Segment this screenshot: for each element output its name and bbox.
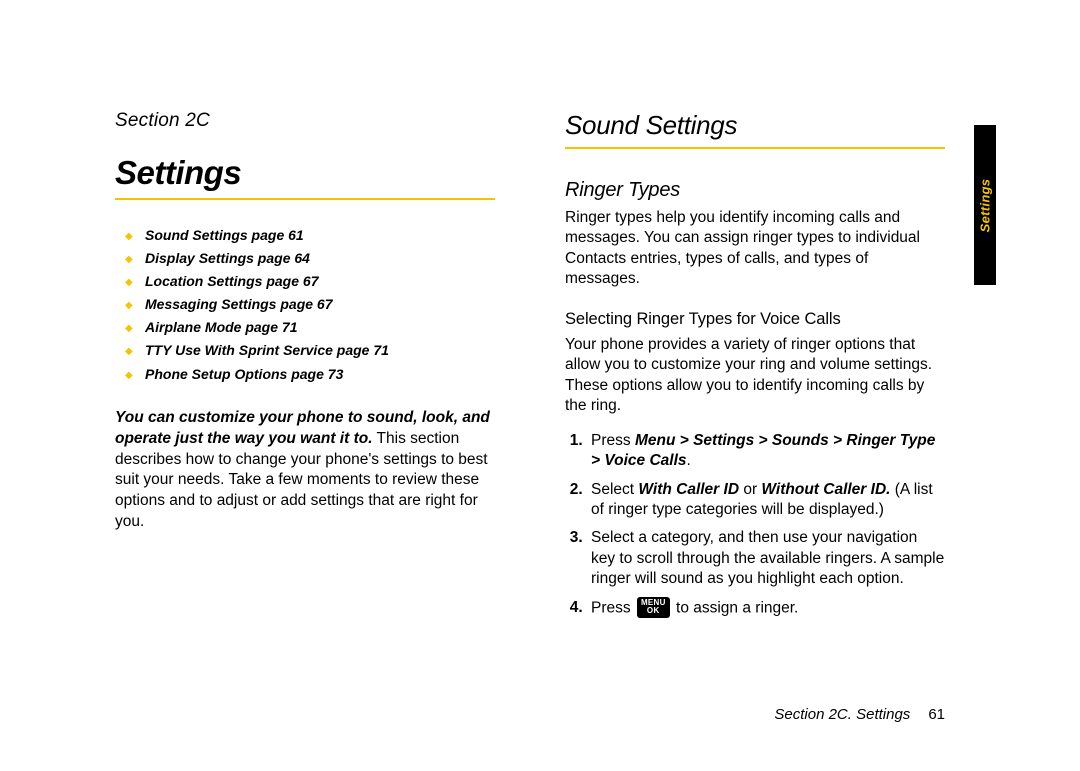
yellow-rule-right bbox=[565, 147, 945, 149]
para-ringer-types: Ringer types help you identify incoming … bbox=[565, 208, 945, 290]
toc-item: Display Settings page 64 bbox=[125, 247, 495, 270]
step-2: Select With Caller ID or Without Caller … bbox=[587, 480, 945, 521]
page-footer: Section 2C. Settings 61 bbox=[774, 706, 945, 723]
step-3: Select a category, and then use your nav… bbox=[587, 528, 945, 589]
toc-item: Phone Setup Options page 73 bbox=[125, 363, 495, 386]
toc-item: Messaging Settings page 67 bbox=[125, 293, 495, 316]
step1-a: Press bbox=[591, 432, 635, 449]
toc-item: Sound Settings page 61 bbox=[125, 224, 495, 247]
step2-a: Select bbox=[591, 481, 638, 498]
page-title-right: Sound Settings bbox=[565, 110, 945, 141]
step4-a: Press bbox=[591, 599, 635, 616]
yellow-rule-left bbox=[115, 198, 495, 200]
side-tab: Settings bbox=[974, 125, 996, 285]
step1-path: Menu > Settings > Sounds > Ringer Type >… bbox=[591, 432, 935, 469]
steps-list: Press Menu > Settings > Sounds > Ringer … bbox=[565, 431, 945, 627]
toc-list: Sound Settings page 61 Display Settings … bbox=[115, 224, 495, 386]
step2-d: Without Caller ID. bbox=[761, 481, 890, 498]
h3-selecting-ringer: Selecting Ringer Types for Voice Calls bbox=[565, 310, 945, 329]
page-title-left: Settings bbox=[115, 154, 495, 192]
step4-b: to assign a ringer. bbox=[672, 599, 799, 616]
para-ringer-options: Your phone provides a variety of ringer … bbox=[565, 335, 945, 417]
menu-ok-key-icon: MENUOK bbox=[637, 597, 670, 618]
step2-c: or bbox=[739, 481, 761, 498]
toc-item: TTY Use With Sprint Service page 71 bbox=[125, 339, 495, 362]
step2-b: With Caller ID bbox=[638, 481, 739, 498]
toc-item: Location Settings page 67 bbox=[125, 270, 495, 293]
intro-paragraph: You can customize your phone to sound, l… bbox=[115, 408, 495, 534]
side-tab-label: Settings bbox=[978, 178, 993, 232]
footer-page-number: 61 bbox=[928, 706, 945, 723]
step1-c: . bbox=[687, 452, 691, 469]
step-4: Press MENUOK to assign a ringer. bbox=[587, 598, 945, 619]
left-column: Section 2C Settings Sound Settings page … bbox=[115, 110, 495, 627]
step-1: Press Menu > Settings > Sounds > Ringer … bbox=[587, 431, 945, 472]
toc-item: Airplane Mode page 71 bbox=[125, 316, 495, 339]
section-label: Section 2C bbox=[115, 110, 495, 132]
footer-section: Section 2C. Settings bbox=[774, 706, 910, 723]
right-column: Sound Settings Ringer Types Ringer types… bbox=[565, 110, 945, 627]
subheading-ringer-types: Ringer Types bbox=[565, 179, 945, 202]
